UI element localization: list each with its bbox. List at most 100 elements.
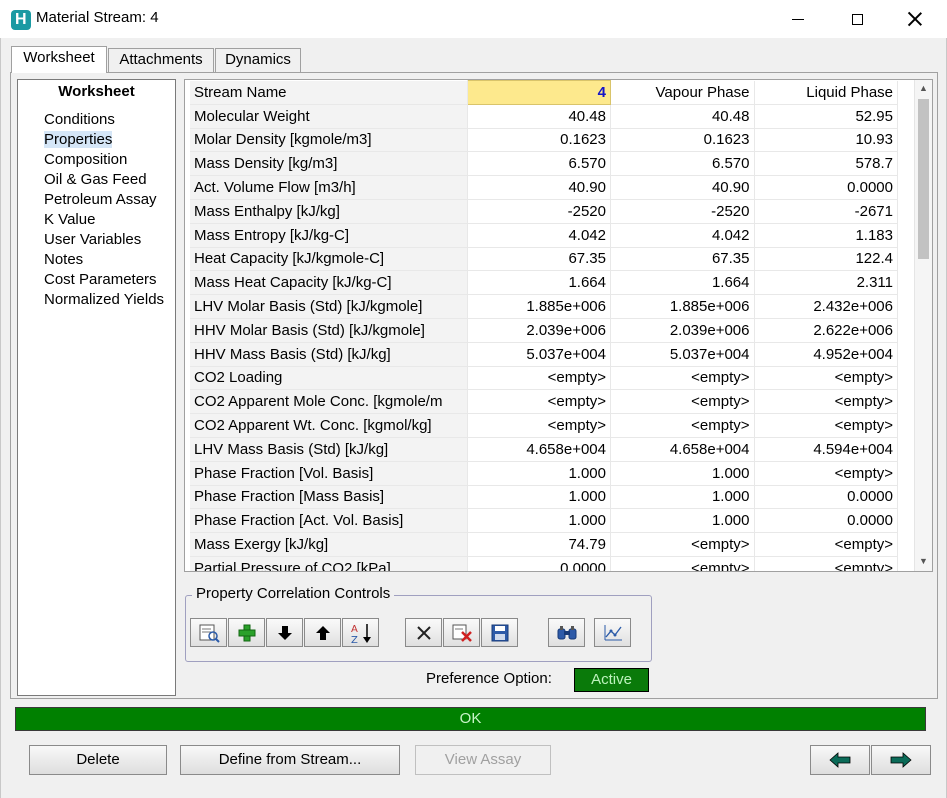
vapour-value-cell[interactable]: 40.48 [610,104,755,129]
vapour-value-cell[interactable]: <empty> [610,389,755,415]
liquid-value-cell[interactable]: 52.95 [754,104,898,129]
minimize-button[interactable] [775,0,821,38]
vapour-value-cell[interactable]: <empty> [610,556,755,571]
previous-button[interactable] [810,745,870,775]
move-down-button[interactable] [266,618,303,647]
vapour-value-cell[interactable]: 40.90 [610,175,755,200]
stream-name-cell[interactable]: 4 [466,80,611,105]
view-assay-button[interactable]: View Assay [415,745,551,775]
view-correlation-button[interactable] [190,618,227,647]
vapour-value-cell[interactable]: 1.000 [610,461,755,486]
overall-value-cell[interactable]: <empty> [467,366,611,391]
overall-value-cell[interactable]: 2.039e+006 [467,318,611,343]
table-row: Mass Entropy [kJ/kg-C] 4.042 4.042 1.183 [190,223,898,248]
nav-item-properties[interactable]: Properties [44,131,113,148]
liquid-value-cell[interactable]: <empty> [754,532,898,557]
liquid-value-cell[interactable]: 2.622e+006 [754,318,898,343]
table-row: Heat Capacity [kJ/kgmole-C] 67.35 67.35 122… [190,247,898,272]
nav-item-normalized-yields[interactable]: Normalized Yields [44,291,164,308]
overall-value-cell[interactable]: <empty> [467,413,611,438]
move-up-button[interactable] [304,618,341,647]
close-button[interactable] [892,0,938,38]
vapour-value-cell[interactable]: 67.35 [610,247,755,272]
nav-item-conditions[interactable]: Conditions [44,111,115,128]
sort-button[interactable]: AZ [342,618,379,647]
maximize-button[interactable] [834,0,880,38]
liquid-value-cell[interactable]: 2.432e+006 [754,294,898,319]
overall-value-cell[interactable]: -2520 [467,199,611,224]
liquid-value-cell[interactable]: 4.952e+004 [754,342,898,367]
liquid-value-cell[interactable]: 4.594e+004 [754,437,898,462]
scroll-down-icon[interactable]: ▼ [919,556,928,566]
tab-worksheet[interactable]: Worksheet [11,46,107,73]
vapour-value-cell[interactable]: -2520 [610,199,755,224]
scroll-thumb[interactable] [918,99,929,259]
vapour-value-cell[interactable]: 2.039e+006 [610,318,755,343]
vertical-scrollbar[interactable]: ▲ ▼ [914,80,932,571]
nav-item-petroleum-assay[interactable]: Petroleum Assay [44,191,157,208]
liquid-value-cell[interactable]: 1.183 [754,223,898,248]
nav-item-oil-gas-feed[interactable]: Oil & Gas Feed [44,171,147,188]
property-label: Phase Fraction [Mass Basis] [190,485,468,510]
overall-value-cell[interactable]: 6.570 [467,151,611,177]
nav-item-composition[interactable]: Composition [44,151,127,168]
liquid-value-cell[interactable]: 2.311 [754,270,898,296]
nav-item-cost-parameters[interactable]: Cost Parameters [44,271,157,288]
liquid-value-cell[interactable]: <empty> [754,389,898,415]
liquid-value-cell[interactable]: 10.93 [754,128,898,153]
liquid-value-cell[interactable]: 0.0000 [754,175,898,200]
vapour-value-cell[interactable]: <empty> [610,413,755,438]
vapour-value-cell[interactable]: 1.885e+006 [610,294,755,319]
liquid-value-cell[interactable]: 0.0000 [754,485,898,510]
overall-value-cell[interactable]: 5.037e+004 [467,342,611,367]
save-button[interactable] [481,618,518,647]
vapour-value-cell[interactable]: 4.042 [610,223,755,248]
next-button[interactable] [871,745,931,775]
add-button[interactable] [228,618,265,647]
tab-attachments[interactable]: Attachments [108,48,214,72]
liquid-value-cell[interactable]: <empty> [754,413,898,438]
vapour-value-cell[interactable]: 1.664 [610,270,755,296]
vapour-value-cell[interactable]: <empty> [610,532,755,557]
overall-value-cell[interactable]: <empty> [467,389,611,415]
delete-correlation-button[interactable] [405,618,442,647]
overall-value-cell[interactable]: 4.658e+004 [467,437,611,462]
tab-dynamics[interactable]: Dynamics [215,48,301,72]
overall-value-cell[interactable]: 1.885e+006 [467,294,611,319]
overall-value-cell[interactable]: 1.000 [467,508,611,534]
vapour-value-cell[interactable]: 1.000 [610,485,755,510]
vapour-value-cell[interactable]: <empty> [610,366,755,391]
overall-value-cell[interactable]: 4.042 [467,223,611,248]
plot-button[interactable] [594,618,631,647]
nav-item-notes[interactable]: Notes [44,251,83,268]
liquid-value-cell[interactable]: 578.7 [754,151,898,177]
find-button[interactable] [548,618,585,647]
vapour-value-cell[interactable]: 1.000 [610,508,755,534]
liquid-value-cell[interactable]: 0.0000 [754,508,898,534]
vapour-value-cell[interactable]: 4.658e+004 [610,437,755,462]
liquid-value-cell[interactable]: 122.4 [754,247,898,272]
vapour-value-cell[interactable]: 6.570 [610,151,755,177]
overall-value-cell[interactable]: 1.000 [467,461,611,486]
nav-item-user-variables[interactable]: User Variables [44,231,141,248]
delete-button[interactable]: Delete [29,745,167,775]
overall-value-cell[interactable]: 1.664 [467,270,611,296]
preference-option-value[interactable]: Active [574,668,649,692]
define-from-stream-button[interactable]: Define from Stream... [180,745,400,775]
liquid-value-cell[interactable]: <empty> [754,366,898,391]
overall-value-cell[interactable]: 0.1623 [467,128,611,153]
liquid-value-cell[interactable]: <empty> [754,556,898,571]
scroll-up-icon[interactable]: ▲ [919,83,928,93]
overall-value-cell[interactable]: 1.000 [467,485,611,510]
overall-value-cell[interactable]: 74.79 [467,532,611,557]
overall-value-cell[interactable]: 0.0000 [467,556,611,571]
overall-value-cell[interactable]: 40.90 [467,175,611,200]
clear-button[interactable] [443,618,480,647]
vapour-value-cell[interactable]: 5.037e+004 [610,342,755,367]
overall-value-cell[interactable]: 67.35 [467,247,611,272]
liquid-value-cell[interactable]: -2671 [754,199,898,224]
vapour-value-cell[interactable]: 0.1623 [610,128,755,153]
nav-item-k-value[interactable]: K Value [44,211,95,228]
liquid-value-cell[interactable]: <empty> [754,461,898,486]
overall-value-cell[interactable]: 40.48 [467,104,611,129]
